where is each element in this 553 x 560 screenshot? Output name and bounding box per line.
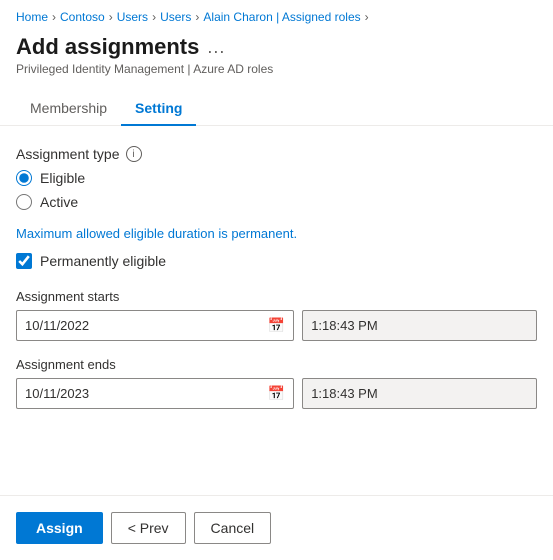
assignment-starts-date-wrapper: 📅 — [16, 310, 294, 341]
assign-button[interactable]: Assign — [16, 512, 103, 544]
assignment-starts-time-wrapper — [302, 310, 537, 341]
tabs-container: Membership Setting — [0, 92, 553, 126]
radio-active[interactable]: Active — [16, 194, 537, 210]
radio-eligible-input[interactable] — [16, 170, 32, 186]
radio-active-input[interactable] — [16, 194, 32, 210]
breadcrumb-sep-5: › — [365, 10, 369, 24]
assignment-type-info-icon[interactable]: i — [126, 146, 142, 162]
page-title: Add assignments — [16, 34, 199, 60]
cancel-button[interactable]: Cancel — [194, 512, 272, 544]
breadcrumb-users2[interactable]: Users — [160, 10, 191, 24]
permanently-eligible-checkbox[interactable] — [16, 253, 32, 269]
assignment-ends-calendar-icon[interactable]: 📅 — [268, 385, 285, 402]
permanently-eligible-checkbox-item[interactable]: Permanently eligible — [16, 253, 537, 269]
breadcrumb-users1[interactable]: Users — [117, 10, 148, 24]
breadcrumb-sep-3: › — [152, 10, 156, 24]
assignment-ends-date-wrapper: 📅 — [16, 378, 294, 409]
assignment-starts-time-input[interactable] — [311, 318, 528, 333]
assignment-starts-calendar-icon[interactable]: 📅 — [268, 317, 285, 334]
content-area: Assignment type i Eligible Active Maximu… — [0, 126, 553, 441]
page-header: Add assignments ... Privileged Identity … — [0, 30, 553, 84]
tab-setting[interactable]: Setting — [121, 92, 196, 126]
breadcrumb-sep-2: › — [109, 10, 113, 24]
permanently-eligible-label: Permanently eligible — [40, 253, 166, 269]
breadcrumb-alain[interactable]: Alain Charon | Assigned roles — [203, 10, 360, 24]
assignment-ends-group: Assignment ends 📅 — [16, 357, 537, 409]
breadcrumb-home[interactable]: Home — [16, 10, 48, 24]
assignment-starts-label: Assignment starts — [16, 289, 537, 304]
more-options-icon[interactable]: ... — [207, 37, 225, 58]
prev-button[interactable]: < Prev — [111, 512, 186, 544]
breadcrumb-sep-1: › — [52, 10, 56, 24]
assignment-ends-date-input[interactable] — [25, 386, 264, 401]
assignment-ends-time-input[interactable] — [311, 386, 528, 401]
assignment-starts-date-input[interactable] — [25, 318, 264, 333]
assignment-ends-label: Assignment ends — [16, 357, 537, 372]
radio-active-label: Active — [40, 194, 78, 210]
breadcrumb-sep-4: › — [195, 10, 199, 24]
info-message: Maximum allowed eligible duration is per… — [16, 226, 537, 241]
tab-membership[interactable]: Membership — [16, 92, 121, 126]
assignment-ends-row: 📅 — [16, 378, 537, 409]
radio-eligible[interactable]: Eligible — [16, 170, 537, 186]
assignment-starts-group: Assignment starts 📅 — [16, 289, 537, 341]
assignment-type-label: Assignment type i — [16, 146, 537, 162]
assignment-starts-row: 📅 — [16, 310, 537, 341]
breadcrumb-contoso[interactable]: Contoso — [60, 10, 105, 24]
footer: Assign < Prev Cancel — [0, 495, 553, 560]
assignment-type-radio-group: Eligible Active — [16, 170, 537, 210]
radio-eligible-label: Eligible — [40, 170, 85, 186]
page-subtitle: Privileged Identity Management | Azure A… — [16, 62, 537, 76]
breadcrumb: Home › Contoso › Users › Users › Alain C… — [0, 0, 553, 30]
page-wrapper: Home › Contoso › Users › Users › Alain C… — [0, 0, 553, 560]
assignment-ends-time-wrapper — [302, 378, 537, 409]
